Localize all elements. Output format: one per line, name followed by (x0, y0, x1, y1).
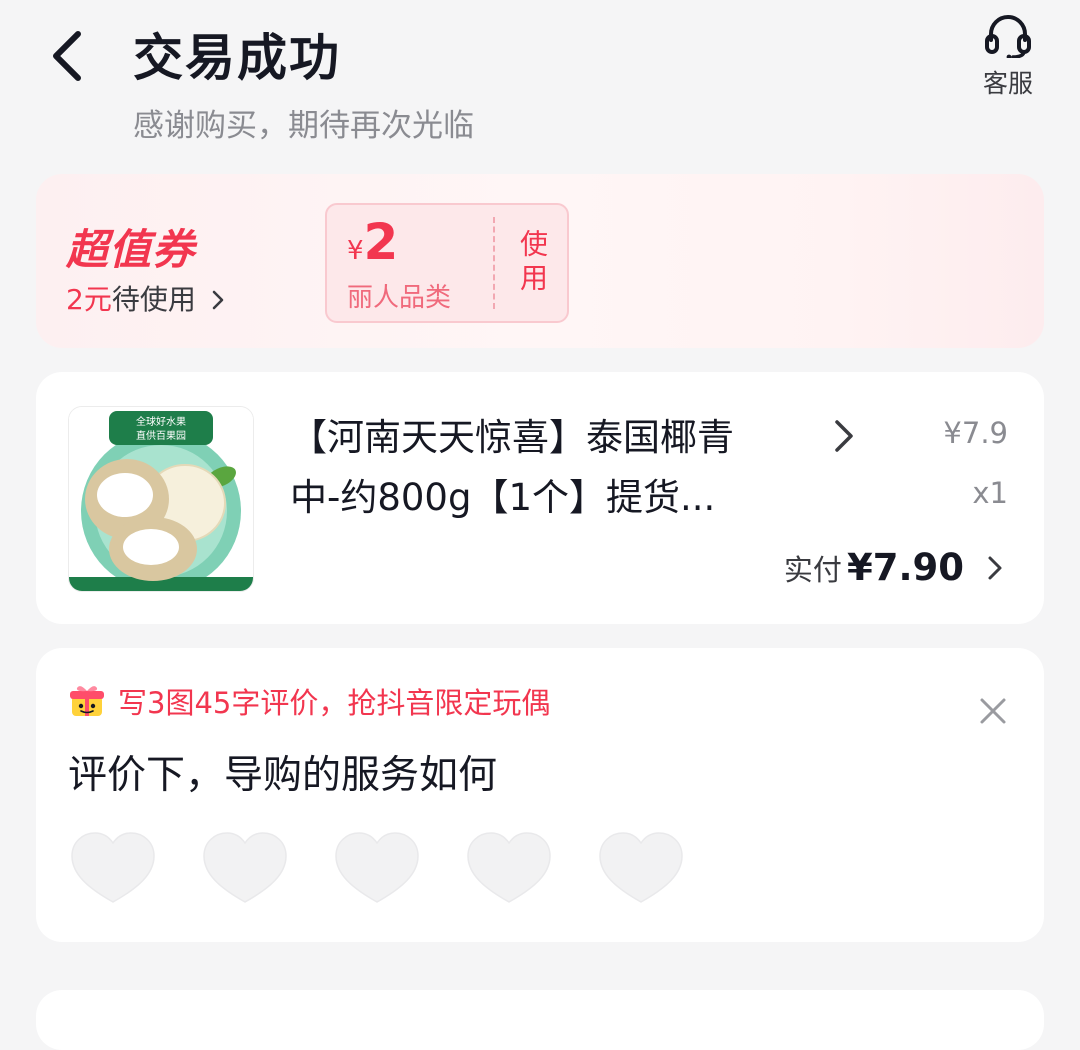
chevron-right-icon (212, 290, 224, 310)
coupon-category: 丽人品类 (347, 283, 452, 313)
heart-icon[interactable] (68, 830, 158, 906)
product-title-line2: 中-约800g【1个】提货... (290, 476, 716, 519)
page-header: 交易成功 感谢购买，期待再次光临 客服 (0, 0, 1080, 160)
next-section-card (36, 990, 1044, 1050)
gift-box-icon (70, 686, 104, 716)
page-subtitle: 感谢购买，期待再次光临 (133, 108, 474, 144)
review-promo-text: 写3图45字评价，抢抖音限定玩偶 (118, 686, 551, 720)
paid-amount: ¥7.90 (846, 546, 964, 589)
paid-amount-row[interactable]: 实付 ¥7.90 (784, 546, 964, 589)
quantity: x1 (972, 476, 1008, 510)
coupon-use-button[interactable]: 使用 (497, 205, 567, 321)
coupon-amount: 2 (363, 213, 399, 271)
coupon-status-amount: 2元 (66, 283, 112, 316)
coconut-image: 全球好水果 直供百果园 (69, 407, 253, 591)
coupon-card: 超值券 2元待使用 ¥2 丽人品类 使用 (36, 174, 1044, 348)
coupon-currency: ¥ (347, 236, 364, 266)
coupon-divider (493, 217, 495, 309)
heart-icon[interactable] (464, 830, 554, 906)
unit-price: ¥7.9 (943, 416, 1008, 450)
thumb-badge-line1: 全球好水果 (136, 415, 186, 428)
coupon-value: ¥2 (347, 213, 398, 271)
product-title[interactable]: 【河南天天惊喜】泰国椰青 中-约800g【1个】提货... (290, 408, 840, 528)
customer-service-button[interactable]: 客服 (975, 12, 1041, 102)
order-product-card: 全球好水果 直供百果园 【河南天天惊喜】泰国椰青 中-约800g【1个】提货..… (36, 372, 1044, 624)
coupon-use-label: 使用 (516, 229, 549, 297)
paid-label: 实付 (783, 553, 842, 587)
coupon-brand-logo: 超值券 (66, 225, 196, 274)
close-icon[interactable] (978, 696, 1008, 726)
product-chevron-right-icon[interactable] (832, 418, 856, 454)
heart-icon[interactable] (332, 830, 422, 906)
coupon-status-text: 待使用 (111, 283, 196, 316)
page-title: 交易成功 (133, 29, 341, 87)
paid-chevron-right-icon[interactable] (986, 554, 1004, 582)
review-question: 评价下，导购的服务如何 (68, 753, 498, 798)
heart-icon[interactable] (200, 830, 290, 906)
review-card: 写3图45字评价，抢抖音限定玩偶 评价下，导购的服务如何 (36, 648, 1044, 942)
coupon-ticket[interactable]: ¥2 丽人品类 使用 (325, 203, 569, 323)
back-arrow-icon[interactable] (44, 28, 94, 84)
heart-icon[interactable] (596, 830, 686, 906)
coupon-ticket-value-area: ¥2 丽人品类 (327, 205, 493, 321)
thumb-badge-line2: 直供百果园 (136, 429, 186, 442)
product-title-line1: 【河南天天惊喜】泰国椰青 (290, 416, 734, 459)
product-thumbnail[interactable]: 全球好水果 直供百果园 (68, 406, 254, 592)
headset-icon (985, 15, 1031, 58)
coupon-status-link[interactable]: 2元待使用 (66, 278, 225, 318)
customer-service-label: 客服 (982, 69, 1033, 98)
